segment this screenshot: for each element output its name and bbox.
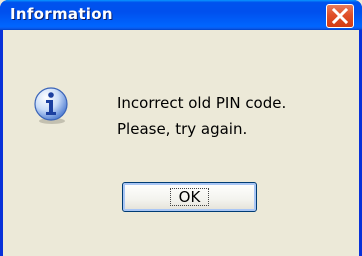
message-line-2: Please, try again.: [117, 120, 248, 138]
dialog-window: Information Incorrect old PIN code. Plea…: [0, 0, 362, 256]
close-button[interactable]: [326, 4, 354, 28]
title-bar[interactable]: Information: [0, 0, 362, 30]
message-line-1: Incorrect old PIN code.: [117, 94, 287, 112]
ok-button[interactable]: OK: [122, 182, 257, 212]
message-text: Incorrect old PIN code. Please, try agai…: [117, 90, 286, 142]
dialog-body: Incorrect old PIN code. Please, try agai…: [3, 30, 359, 256]
window-title: Information: [10, 5, 113, 23]
close-icon: [332, 8, 348, 24]
info-icon: [34, 87, 68, 124]
ok-button-label: OK: [169, 187, 211, 207]
